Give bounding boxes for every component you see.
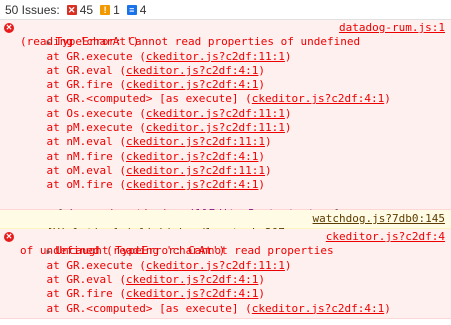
stack-frame-link[interactable]: ckeditor.js?c2df:11:1 — [126, 135, 265, 148]
stack-frame-link[interactable]: ckeditor.js?c2df:4:1 — [126, 78, 258, 91]
stack-frame: at GR.eval (ckeditor.js?c2df:4:1) — [20, 63, 266, 77]
stack-frame-link[interactable]: ckeditor.js?c2df:4:1 — [252, 92, 384, 105]
stack-frame-link[interactable]: ckeditor.js?c2df:11:1 — [146, 121, 285, 134]
stack-frame: at oM.fire (ckeditor.js?c2df:4:1) — [20, 178, 266, 192]
stack-frame-link[interactable]: ckeditor.js?c2df:11:1 — [146, 50, 285, 63]
stack-frame-link[interactable]: ckeditor.js?c2df:4:1 — [126, 273, 258, 286]
info-count: 4 — [139, 2, 147, 17]
stack-frame: at oM.eval (ckeditor.js?c2df:11:1) — [20, 163, 272, 177]
issues-warning-badge[interactable]: ! 1 — [97, 3, 120, 17]
stack-frame: at nM.eval (ckeditor.js?c2df:11:1) — [20, 135, 272, 149]
stack-frame: at GR.execute (ckeditor.js?c2df:11:1) — [20, 49, 292, 63]
stack-frame: at GR.eval (ckeditor.js?c2df:4:1) — [20, 273, 266, 287]
error-source-link[interactable]: datadog-rum.js:1 — [339, 21, 445, 35]
issues-count-label: 50 Issues: — [5, 2, 60, 17]
console-error-message[interactable]: ✕ ▶ Uncaught TypeError: Cannot read prope… — [0, 229, 451, 319]
issues-info-badge[interactable]: ≡ 4 — [124, 2, 147, 17]
error-header-continued: of undefined (reading 'charAt') — [20, 244, 226, 258]
stack-frame-link[interactable]: ckeditor.js?c2df:4:1 — [252, 302, 384, 315]
stack-frame: at GR.fire (ckeditor.js?c2df:4:1) — [20, 287, 266, 301]
stack-frame: at GR.<computed> [as execute] (ckeditor.… — [20, 301, 391, 315]
error-source-link[interactable]: ckeditor.js?c2df:4 — [326, 230, 445, 244]
stack-frame: at nM.fire (ckeditor.js?c2df:4:1) — [20, 149, 266, 163]
stack-frame: at GR.execute (ckeditor.js?c2df:11:1) — [20, 258, 292, 272]
error-metadata-object[interactable]: ▶{phase: 'runtime', willEditorRestart: t… — [0, 193, 451, 220]
stack-frame-link[interactable]: ckeditor.js?c2df:11:1 — [146, 107, 285, 120]
stack-frame: at pM.execute (ckeditor.js?c2df:11:1) — [20, 121, 292, 135]
error-count: 45 — [79, 2, 94, 17]
violation-source-link[interactable]: watchdog.js?7db0:145 — [313, 212, 445, 226]
info-count-icon: ≡ — [126, 4, 137, 15]
issues-error-badge[interactable]: ✕ 45 — [64, 3, 93, 17]
stack-frame-link[interactable]: ckeditor.js?c2df:11:1 — [126, 164, 265, 177]
stack-frame: at GR.<computed> [as execute] (ckeditor.… — [20, 92, 391, 106]
warning-count-icon: ! — [100, 4, 111, 15]
error-count-icon: ✕ — [66, 4, 77, 15]
issues-bar: 50 Issues: ✕ 45 ! 1 ≡ 4 — [0, 0, 451, 20]
stack-frame-link[interactable]: ckeditor.js?c2df:4:1 — [126, 178, 258, 191]
stack-frame-link[interactable]: ckeditor.js?c2df:4:1 — [126, 150, 258, 163]
console-error-message[interactable]: ✕ ▶ TypeError: Cannot read properties of … — [0, 20, 451, 220]
warning-count: 1 — [113, 2, 120, 17]
stack-frame-link[interactable]: ckeditor.js?c2df:11:1 — [146, 259, 285, 272]
stack-frame: at Os.execute (ckeditor.js?c2df:11:1) — [20, 106, 292, 120]
stack-frame: at GR.fire (ckeditor.js?c2df:4:1) — [20, 78, 266, 92]
stack-frame-link[interactable]: ckeditor.js?c2df:4:1 — [126, 64, 258, 77]
console-violation-message[interactable]: [Violation] 'click' handler took 207ms w… — [0, 209, 451, 239]
stack-frame-link[interactable]: ckeditor.js?c2df:4:1 — [126, 287, 258, 300]
error-header-continued: (reading 'charAt') — [20, 35, 140, 49]
